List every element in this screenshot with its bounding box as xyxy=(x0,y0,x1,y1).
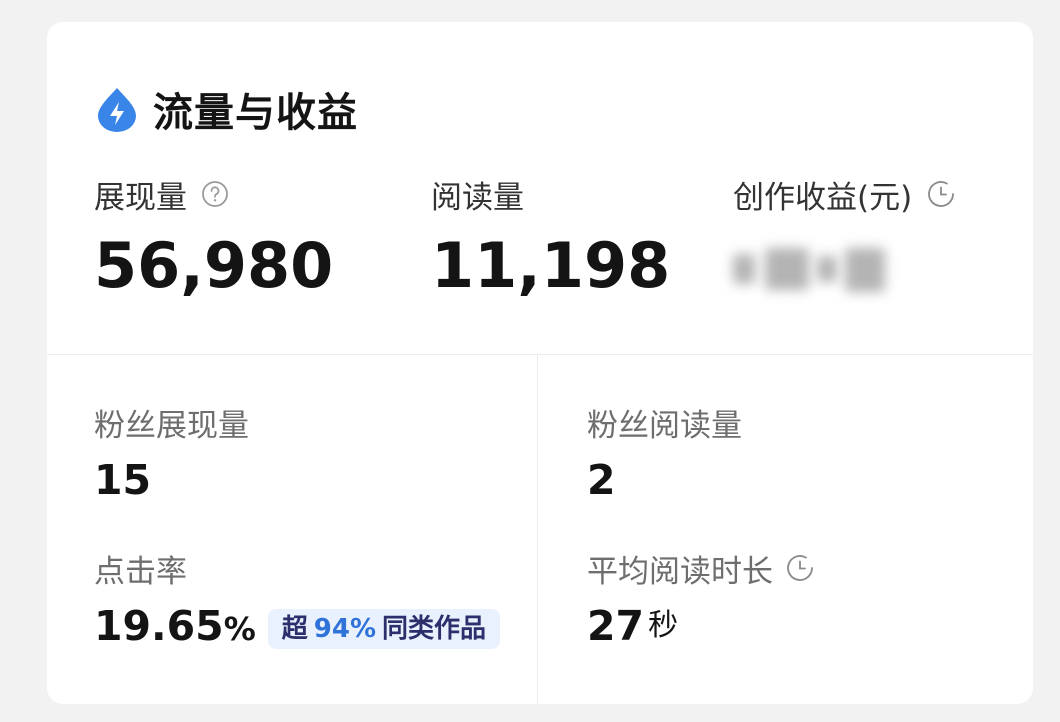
card-header: 流量与收益 xyxy=(95,80,358,138)
traffic-revenue-card: 流量与收益 展现量 56,980 阅读量 11,198 创作收益(元) 粉丝展现… xyxy=(47,22,1033,704)
badge-percent: 94% xyxy=(313,613,376,644)
blurred-revenue-value xyxy=(733,238,885,294)
stat-label: 平均阅读时长 xyxy=(587,553,773,590)
stat-fan-impressions: 粉丝展现量 15 xyxy=(94,400,249,506)
metric-label: 创作收益(元) xyxy=(733,179,913,216)
metric-impressions[interactable]: 展现量 56,980 xyxy=(94,172,333,302)
metric-reads[interactable]: 阅读量 11,198 xyxy=(431,172,670,302)
metric-label: 展现量 xyxy=(94,179,187,216)
question-mark-icon[interactable] xyxy=(201,180,229,208)
metric-value: 11,198 xyxy=(431,229,671,302)
stat-value: 19.65 xyxy=(94,602,224,650)
stat-avg-read-time: 平均阅读时长 27 秒 xyxy=(587,546,815,652)
badge-suffix: 同类作品 xyxy=(382,613,487,644)
vertical-divider xyxy=(537,355,538,704)
clock-icon[interactable] xyxy=(785,553,815,583)
badge-prefix: 超 xyxy=(281,613,308,644)
stat-value: 2 xyxy=(587,456,616,504)
metric-creation-revenue[interactable]: 创作收益(元) xyxy=(733,172,956,294)
metric-value: 56,980 xyxy=(94,229,334,302)
stat-value: 15 xyxy=(94,456,152,504)
stat-label: 粉丝展现量 xyxy=(94,407,249,444)
horizontal-divider xyxy=(47,354,1033,355)
percent-unit: % xyxy=(223,610,256,648)
seconds-unit: 秒 xyxy=(648,608,679,643)
peer-comparison-badge: 超 94% 同类作品 xyxy=(267,608,501,649)
stat-click-rate: 点击率 19.65% 超 94% 同类作品 xyxy=(94,546,501,655)
blue-drop-lightning-icon xyxy=(98,88,136,132)
stat-value: 27 xyxy=(587,602,645,650)
clock-icon[interactable] xyxy=(926,179,956,209)
stat-label: 点击率 xyxy=(94,553,187,590)
stat-fan-reads: 粉丝阅读量 2 xyxy=(587,400,742,506)
metric-label: 阅读量 xyxy=(431,179,524,216)
stat-label: 粉丝阅读量 xyxy=(587,407,742,444)
card-title: 流量与收益 xyxy=(153,90,358,136)
